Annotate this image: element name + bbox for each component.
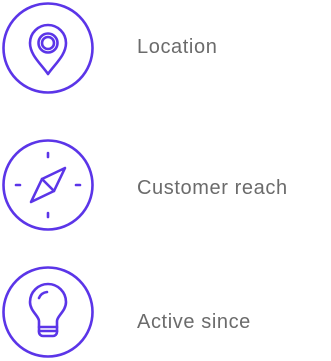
feature-location: Location xyxy=(0,1,331,97)
feature-active-since: Active since xyxy=(0,265,331,361)
location-pin-icon xyxy=(1,1,95,95)
compass-icon xyxy=(1,138,95,232)
feature-list: Location Customer reach Active since xyxy=(0,0,331,361)
feature-label: Customer reach xyxy=(137,177,288,199)
lightbulb-icon xyxy=(1,265,95,359)
feature-customer-reach: Customer reach xyxy=(0,138,331,234)
feature-label: Active since xyxy=(137,311,251,333)
feature-label: Location xyxy=(137,36,218,58)
